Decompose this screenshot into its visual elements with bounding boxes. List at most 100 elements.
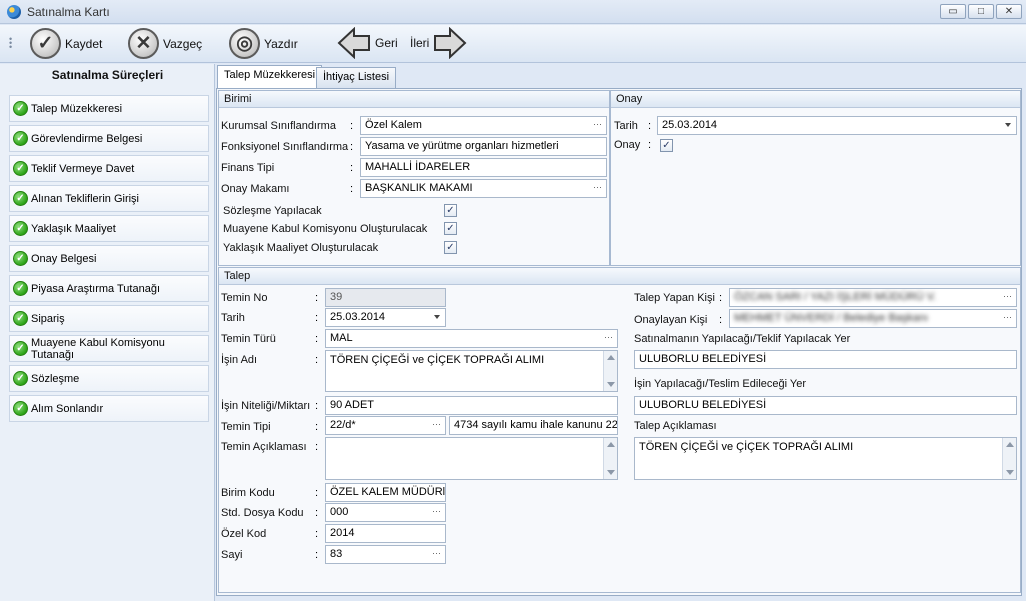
- ellipsis-icon[interactable]: ···: [432, 546, 441, 561]
- sidebar-item[interactable]: ✓ Talep Müzekkeresi: [9, 95, 209, 122]
- ozel-kod-label: Özel Kod: [221, 528, 267, 540]
- onay-checkbox[interactable]: ✓: [660, 139, 673, 152]
- sidebar-item[interactable]: ✓ Yaklaşık Maaliyet: [9, 215, 209, 242]
- talep-aciklamasi-value: TÖREN ÇİÇEĞİ ve ÇİÇEK TOPRAĞI ALIMI: [639, 441, 854, 453]
- sayi-field[interactable]: 83 ···: [325, 545, 446, 564]
- window-title: Satınalma Kartı: [27, 5, 110, 19]
- satinalma-yer-field[interactable]: ULUBORLU BELEDİYESİ: [634, 350, 1017, 369]
- colon: :: [315, 487, 319, 499]
- std-dosya-value: 000: [330, 506, 349, 518]
- sidebar-item[interactable]: ✓ Alım Sonlandır: [9, 395, 209, 422]
- tab-talep-muzekkeresi[interactable]: Talep Müzekkeresi: [217, 65, 323, 89]
- onay-makami-field[interactable]: BAŞKANLIK MAKAMI ···: [360, 179, 607, 198]
- scroll-up-icon[interactable]: [607, 442, 615, 447]
- check-circle-icon: ✓: [13, 161, 28, 176]
- fonksiyonel-field[interactable]: Yasama ve yürütme organları hizmetleri: [360, 137, 607, 156]
- temin-no-field: 39: [325, 288, 446, 307]
- memo-scrollbar[interactable]: [603, 438, 617, 479]
- check-circle-icon: ✓: [13, 281, 28, 296]
- memo-scrollbar[interactable]: [1002, 438, 1016, 479]
- tarih-field[interactable]: 25.03.2014: [325, 308, 446, 327]
- talep-yapan-label: Talep Yapan Kişi: [634, 292, 715, 304]
- sidebar-item[interactable]: ✓ Muayene Kabul Komisyonu Tutanağı: [9, 335, 209, 362]
- ellipsis-icon[interactable]: ···: [593, 180, 602, 195]
- memo-scrollbar[interactable]: [603, 351, 617, 391]
- colon: :: [350, 162, 354, 174]
- yaklasik-checkbox[interactable]: ✓: [444, 241, 457, 254]
- scroll-down-icon[interactable]: [607, 382, 615, 387]
- maximize-button[interactable]: □: [968, 4, 994, 19]
- isin-adi-memo[interactable]: TÖREN ÇİÇEĞİ ve ÇİÇEK TOPRAĞI ALIMI: [325, 350, 618, 392]
- check-circle-icon: ✓: [13, 401, 28, 416]
- colon: :: [350, 141, 354, 153]
- talep-yapan-field[interactable]: ÖZCAN SARI / YAZI İŞLERİ MÜDÜRÜ V. ···: [729, 288, 1017, 307]
- colon: :: [315, 400, 319, 412]
- ellipsis-icon[interactable]: ···: [1003, 289, 1012, 304]
- forward-button[interactable]: İleri: [410, 27, 467, 59]
- fonksiyonel-value: Yasama ve yürütme organları hizmetleri: [365, 140, 559, 152]
- dropdown-arrow-icon[interactable]: [434, 315, 440, 319]
- minimize-button[interactable]: ▭: [940, 4, 966, 19]
- ellipsis-icon[interactable]: ···: [432, 417, 441, 432]
- ellipsis-icon[interactable]: ···: [1003, 310, 1012, 325]
- onay-tarih-field[interactable]: 25.03.2014: [657, 116, 1017, 135]
- cancel-button[interactable]: ✕ Vazgeç: [128, 28, 202, 59]
- tarih-value: 25.03.2014: [330, 311, 386, 323]
- nitelik-field[interactable]: 90 ADET: [325, 396, 618, 415]
- std-dosya-field[interactable]: 000 ···: [325, 503, 446, 522]
- teslim-yer-label: İşin Yapılacağı/Teslim Edileceği Yer: [634, 378, 807, 390]
- print-button[interactable]: ◎ Yazdır: [229, 28, 298, 59]
- temin-turu-field[interactable]: MAL ···: [325, 329, 618, 348]
- toolbar-grip-icon[interactable]: • • •: [9, 35, 15, 52]
- onay-makami-label: Onay Makamı: [221, 183, 290, 195]
- temin-tipi-field[interactable]: 22/d* ···: [325, 416, 446, 435]
- birim-kodu-label: Birim Kodu: [221, 487, 275, 499]
- sidebar-item[interactable]: ✓ Görevlendirme Belgesi: [9, 125, 209, 152]
- finans-field[interactable]: MAHALLİ İDARELER: [360, 158, 607, 177]
- ellipsis-icon[interactable]: ···: [604, 330, 613, 345]
- ellipsis-icon[interactable]: ···: [432, 504, 441, 519]
- onaylayan-field[interactable]: MEHMET ÜNVERDİ / Belediye Başkanı ···: [729, 309, 1017, 328]
- check-circle-icon: ✓: [13, 251, 28, 266]
- dropdown-arrow-icon[interactable]: [1005, 123, 1011, 127]
- sidebar-item[interactable]: ✓ Onay Belgesi: [9, 245, 209, 272]
- check-circle-icon: ✓: [13, 131, 28, 146]
- scroll-up-icon[interactable]: [607, 355, 615, 360]
- talep-aciklamasi-memo[interactable]: TÖREN ÇİÇEĞİ ve ÇİÇEK TOPRAĞI ALIMI: [634, 437, 1017, 480]
- scroll-down-icon[interactable]: [1006, 470, 1014, 475]
- sidebar-item[interactable]: ✓ Sipariş: [9, 305, 209, 332]
- colon: :: [719, 314, 723, 326]
- sidebar-item[interactable]: ✓ Piyasa Araştırma Tutanağı: [9, 275, 209, 302]
- sidebar-item[interactable]: ✓ Sözleşme: [9, 365, 209, 392]
- scroll-up-icon[interactable]: [1006, 442, 1014, 447]
- forward-label: İleri: [410, 36, 430, 50]
- ozel-kod-field[interactable]: 2014: [325, 524, 446, 543]
- sidebar-item[interactable]: ✓ Teklif Vermeye Davet: [9, 155, 209, 182]
- isin-adi-value: TÖREN ÇİÇEĞİ ve ÇİÇEK TOPRAĞI ALIMI: [330, 354, 545, 366]
- colon: :: [315, 421, 319, 433]
- sidebar-item[interactable]: ✓ Alınan Tekliflerin Girişi: [9, 185, 209, 212]
- cross-icon: ✕: [128, 28, 159, 59]
- back-button[interactable]: Geri: [337, 27, 398, 59]
- scroll-down-icon[interactable]: [607, 470, 615, 475]
- onaylayan-label: Onaylayan Kişi: [634, 314, 708, 326]
- tab-ihtiyac-listesi[interactable]: İhtiyaç Listesi: [316, 67, 397, 88]
- check-circle-icon: ✓: [13, 101, 28, 116]
- muayene-checkbox[interactable]: ✓: [444, 222, 457, 235]
- save-button[interactable]: ✓ Kaydet: [30, 28, 102, 59]
- colon: :: [315, 354, 319, 366]
- close-button[interactable]: ✕: [996, 4, 1022, 19]
- teslim-yer-field[interactable]: ULUBORLU BELEDİYESİ: [634, 396, 1017, 415]
- temin-aciklamasi-label: Temin Açıklaması: [221, 441, 307, 453]
- colon: :: [315, 292, 319, 304]
- temin-aciklamasi-memo[interactable]: [325, 437, 618, 480]
- colon: :: [648, 120, 652, 132]
- ozel-kod-value: 2014: [330, 527, 355, 539]
- ellipsis-icon[interactable]: ···: [593, 117, 602, 132]
- muayene-label: Muayene Kabul Komisyonu Oluşturulacak: [223, 223, 428, 235]
- birim-kodu-field[interactable]: ÖZEL KALEM MÜDÜRl: [325, 483, 446, 502]
- check-circle-icon: ✓: [13, 311, 28, 326]
- kurumsal-field[interactable]: Özel Kalem ···: [360, 116, 607, 135]
- sozlesme-checkbox[interactable]: ✓: [444, 204, 457, 217]
- app-icon: [7, 5, 21, 19]
